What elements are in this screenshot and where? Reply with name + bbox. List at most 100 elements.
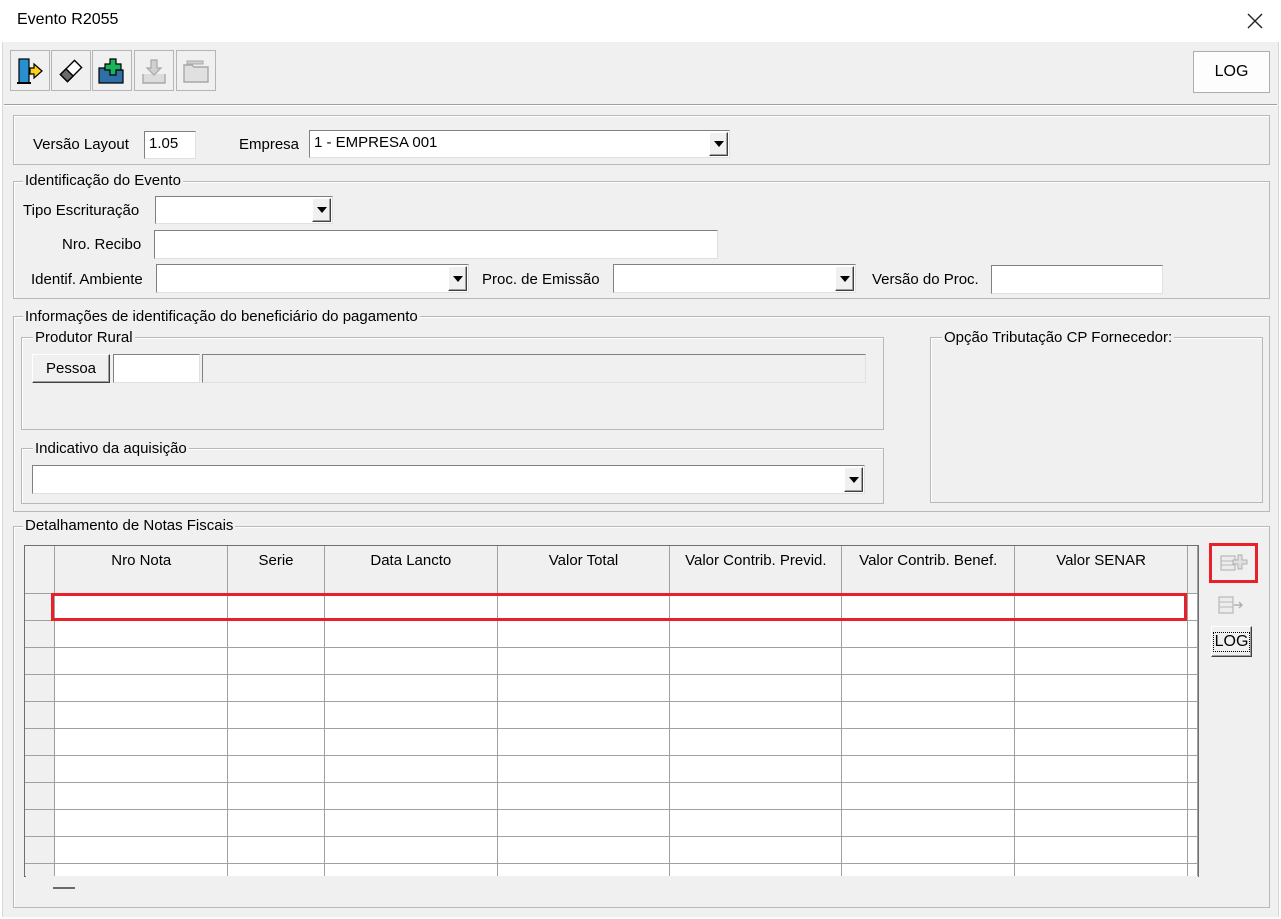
column-header-valor-senar[interactable]: Valor SENAR [1014,546,1188,594]
indicativo-aquisicao-dropdown-button[interactable] [844,467,863,492]
table-cell[interactable] [1014,809,1188,837]
column-header-data-lancto[interactable]: Data Lancto [324,546,498,594]
log-button[interactable]: LOG [1193,51,1270,93]
proc-emissao-dropdown-button[interactable] [835,266,854,291]
table-row[interactable] [25,809,1198,837]
table-row[interactable] [25,782,1198,810]
column-header-valor-contrib-previd[interactable]: Valor Contrib. Previd. [669,546,843,594]
table-cell[interactable] [841,647,1016,675]
row-indicator[interactable] [25,755,56,783]
table-cell[interactable] [324,728,498,756]
table-row[interactable] [25,620,1198,648]
table-cell[interactable] [227,674,325,702]
new-button[interactable] [92,50,132,91]
table-cell[interactable] [54,620,229,648]
table-cell[interactable] [841,674,1016,702]
table-cell[interactable] [669,836,843,864]
table-cell[interactable] [324,755,498,783]
row-indicator[interactable] [25,863,56,876]
add-row-button[interactable] [1209,543,1258,583]
table-cell[interactable] [227,755,325,783]
open-button[interactable] [176,50,216,91]
table-cell[interactable] [497,620,671,648]
table-cell[interactable] [497,647,671,675]
export-row-button[interactable] [1210,588,1252,621]
table-cell[interactable] [497,701,671,729]
table-cell[interactable] [54,728,229,756]
table-cell[interactable] [841,728,1016,756]
table-cell[interactable] [227,863,325,876]
close-button[interactable] [1238,4,1272,38]
table-cell[interactable] [669,755,843,783]
table-cell[interactable] [324,620,498,648]
table-cell[interactable] [497,782,671,810]
row-indicator[interactable] [25,620,56,648]
row-indicator[interactable] [25,809,56,837]
column-header-serie[interactable]: Serie [227,546,325,594]
table-cell[interactable] [324,836,498,864]
table-cell[interactable] [669,620,843,648]
table-cell[interactable] [497,809,671,837]
table-cell[interactable] [1014,620,1188,648]
table-row[interactable] [25,755,1198,783]
table-cell[interactable] [1014,863,1188,876]
table-cell[interactable] [669,674,843,702]
clear-button[interactable] [51,50,91,91]
table-cell[interactable] [324,701,498,729]
table-cell[interactable] [1014,674,1188,702]
exit-button[interactable] [10,50,50,91]
table-cell[interactable] [497,755,671,783]
table-cell[interactable] [54,647,229,675]
scrollbar-thumb[interactable] [53,887,75,889]
versao-layout-field[interactable]: 1.05 [144,131,196,159]
table-cell[interactable] [324,674,498,702]
table-cell[interactable] [1014,647,1188,675]
table-cell[interactable] [497,674,671,702]
table-cell[interactable] [1014,755,1188,783]
versao-proc-field[interactable] [991,265,1163,294]
empresa-dropdown-button[interactable] [709,132,728,156]
pessoa-code-field[interactable] [113,354,200,383]
grid-log-button[interactable]: LOG [1211,626,1252,657]
table-row[interactable] [25,836,1198,864]
table-row[interactable] [25,674,1198,702]
table-cell[interactable] [54,782,229,810]
table-cell[interactable] [841,863,1016,876]
table-cell[interactable] [227,728,325,756]
table-row[interactable] [25,647,1198,675]
table-cell[interactable] [324,647,498,675]
table-cell[interactable] [54,701,229,729]
row-indicator[interactable] [25,674,56,702]
proc-emissao-select[interactable] [613,264,856,293]
table-cell[interactable] [497,836,671,864]
table-cell[interactable] [669,701,843,729]
pessoa-button[interactable]: Pessoa [32,354,110,383]
tipo-escrituracao-dropdown-button[interactable] [312,198,331,222]
table-cell[interactable] [227,647,325,675]
import-button[interactable] [134,50,174,91]
table-cell[interactable] [497,728,671,756]
table-cell[interactable] [669,863,843,876]
table-cell[interactable] [54,836,229,864]
column-header-valor-total[interactable]: Valor Total [497,546,671,594]
table-cell[interactable] [54,863,229,876]
empresa-select[interactable]: 1 - EMPRESA 001 [309,130,730,158]
table-cell[interactable] [841,782,1016,810]
table-cell[interactable] [54,809,229,837]
table-cell[interactable] [227,809,325,837]
row-indicator[interactable] [25,836,56,864]
table-cell[interactable] [324,782,498,810]
table-cell[interactable] [841,701,1016,729]
row-indicator[interactable] [25,647,56,675]
row-indicator[interactable] [25,782,56,810]
column-header-valor-contrib-benef[interactable]: Valor Contrib. Benef. [841,546,1016,594]
table-cell[interactable] [1014,782,1188,810]
identif-ambiente-select[interactable] [156,264,469,293]
indicativo-aquisicao-select[interactable] [32,465,865,494]
tipo-escrituracao-select[interactable] [155,196,333,224]
table-cell[interactable] [841,809,1016,837]
table-cell[interactable] [54,674,229,702]
table-row[interactable] [25,863,1198,876]
table-cell[interactable] [669,647,843,675]
horizontal-scrollbar[interactable] [26,876,1198,898]
